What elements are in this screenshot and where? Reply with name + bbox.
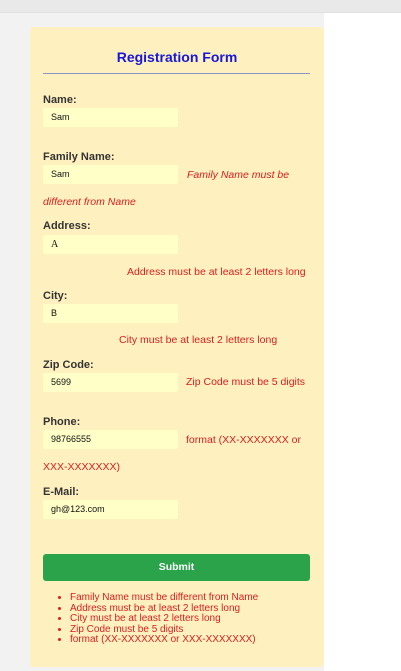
address-error: Address must be at least 2 letters long — [127, 266, 306, 278]
registration-form: Registration Form Name: Sam Family Name:… — [30, 27, 324, 667]
submit-button[interactable]: Submit — [43, 554, 310, 581]
zip-input[interactable]: 5699 — [43, 373, 178, 392]
city-input[interactable]: B — [43, 304, 178, 323]
name-input[interactable]: Sam — [43, 108, 178, 127]
family-name-input[interactable]: Sam — [43, 165, 178, 184]
city-error: City must be at least 2 letters long — [119, 334, 278, 346]
phone-error: format (XX-XXXXXXX or — [186, 434, 301, 446]
email-input[interactable]: gh@123.com — [43, 500, 178, 519]
zip-label: Zip Code: — [43, 359, 94, 371]
error-summary-list: Family Name must be different from Name … — [58, 592, 258, 646]
address-input[interactable]: A — [43, 235, 178, 254]
family-name-error-cont: different from Name — [43, 196, 136, 208]
name-label: Name: — [43, 94, 77, 106]
right-panel — [324, 13, 401, 671]
error-summary-item: format (XX-XXXXXXX or XXX-XXXXXXX) — [70, 634, 258, 646]
family-name-label: Family Name: — [43, 151, 115, 163]
phone-error-cont: XXX-XXXXXXX) — [43, 461, 121, 473]
error-summary-item: City must be at least 2 letters long — [70, 613, 258, 625]
email-label: E-Mail: — [43, 486, 80, 498]
family-name-error: Family Name must be — [187, 169, 290, 181]
title-divider — [43, 73, 310, 74]
city-label: City: — [43, 290, 68, 302]
error-summary-item: Family Name must be different from Name — [70, 592, 258, 604]
phone-label: Phone: — [43, 416, 81, 428]
form-title: Registration Form — [116, 49, 238, 65]
browser-top-bar — [0, 0, 401, 13]
zip-error: Zip Code must be 5 digits — [186, 376, 306, 388]
address-label: Address: — [43, 220, 91, 232]
phone-input[interactable]: 98766555 — [43, 430, 178, 449]
